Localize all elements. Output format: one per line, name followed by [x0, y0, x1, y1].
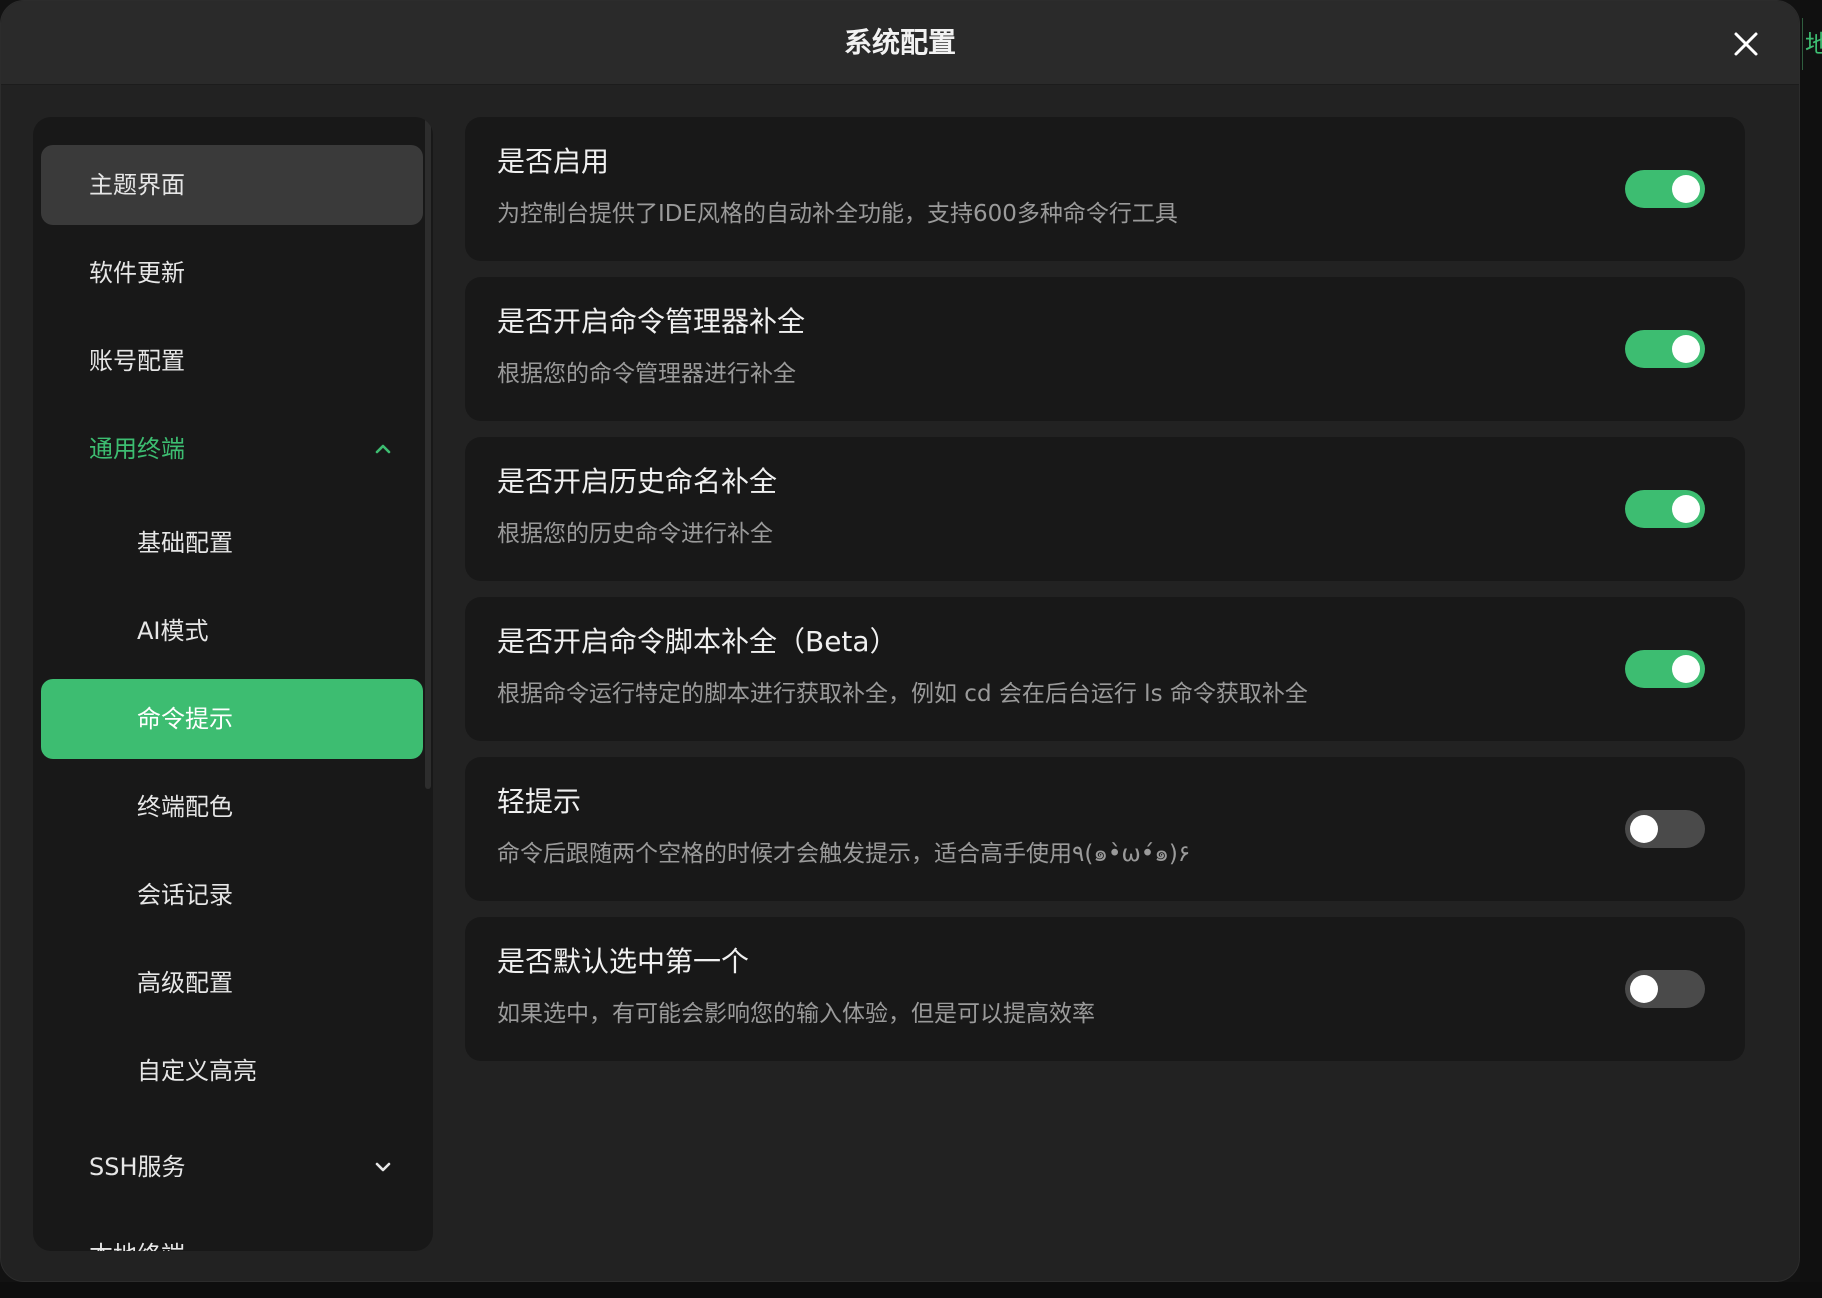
- setting-description: 命令后跟随两个空格的时候才会触发提示，适合高手使用٩(๑•̀ω•́๑)۶: [497, 841, 1191, 867]
- setting-description: 根据命令运行特定的脚本进行获取补全，例如 cd 会在后台运行 ls 命令获取补全: [497, 681, 1308, 707]
- setting-title: 是否默认选中第一个: [497, 945, 750, 978]
- sidebar-item-ssh-service[interactable]: SSH服务: [41, 1127, 423, 1207]
- toggle-knob: [1672, 175, 1700, 203]
- sidebar-item-label: 软件更新: [89, 259, 185, 287]
- sidebar-item-general-terminal[interactable]: 通用终端: [41, 409, 423, 489]
- sidebar-item-label: 账号配置: [89, 347, 185, 375]
- sidebar-item-label: 通用终端: [89, 435, 185, 463]
- sidebar-item-label: 会话记录: [137, 881, 233, 909]
- setting-description: 如果选中，有可能会影响您的输入体验，但是可以提高效率: [497, 1001, 1095, 1027]
- sidebar-item-label: 命令提示: [137, 705, 233, 733]
- setting-description: 根据您的命令管理器进行补全: [497, 361, 796, 387]
- setting-card-history: 是否开启历史命名补全 根据您的历史命令进行补全: [465, 437, 1745, 581]
- toggle-knob: [1630, 975, 1658, 1003]
- sidebar-item-label: 基础配置: [137, 529, 233, 557]
- sidebar-scrollbar[interactable]: [425, 117, 431, 789]
- setting-title: 是否开启命令脚本补全（Beta）: [497, 625, 898, 658]
- sidebar-item-label: AI模式: [137, 617, 209, 645]
- toggle-history[interactable]: [1625, 490, 1705, 528]
- sidebar-item-custom-highlight[interactable]: 自定义高亮: [41, 1031, 423, 1111]
- backdrop-right-edge: [1800, 0, 1822, 1298]
- backdrop-bottom-edge: [0, 1282, 1822, 1298]
- setting-card-light-hint: 轻提示 命令后跟随两个空格的时候才会触发提示，适合高手使用٩(๑•̀ω•́๑)۶: [465, 757, 1745, 901]
- sidebar-item-terminal-colors[interactable]: 终端配色: [41, 767, 423, 847]
- chevron-up-icon: [375, 444, 391, 454]
- toggle-knob: [1672, 335, 1700, 363]
- sidebar-item-command-hints[interactable]: 命令提示: [41, 679, 423, 759]
- toggle-light-hint[interactable]: [1625, 810, 1705, 848]
- dialog-header: 系统配置: [1, 1, 1799, 85]
- sidebar-item-label: 本地终端: [89, 1241, 185, 1251]
- close-icon: [1734, 32, 1758, 56]
- toggle-knob: [1672, 655, 1700, 683]
- toggle-select-first[interactable]: [1625, 970, 1705, 1008]
- toggle-knob: [1630, 815, 1658, 843]
- setting-title: 是否开启历史命名补全: [497, 465, 778, 498]
- close-button[interactable]: [1721, 21, 1771, 67]
- sidebar-item-label: 自定义高亮: [137, 1057, 257, 1085]
- backdrop-partial-text: 地: [1802, 18, 1822, 70]
- sidebar-item-label: 主题界面: [89, 171, 185, 199]
- setting-card-enable: 是否启用 为控制台提供了IDE风格的自动补全功能，支持600多种命令行工具: [465, 117, 1745, 261]
- setting-card-script-beta: 是否开启命令脚本补全（Beta） 根据命令运行特定的脚本进行获取补全，例如 cd…: [465, 597, 1745, 741]
- toggle-script-beta[interactable]: [1625, 650, 1705, 688]
- toggle-knob: [1672, 495, 1700, 523]
- sidebar-item-local-terminal[interactable]: 本地终端: [41, 1215, 423, 1251]
- sidebar-item-software-update[interactable]: 软件更新: [41, 233, 423, 313]
- setting-description: 根据您的历史命令进行补全: [497, 521, 773, 547]
- sidebar-item-label: SSH服务: [89, 1153, 186, 1181]
- setting-title: 轻提示: [497, 785, 582, 818]
- sidebar-item-account[interactable]: 账号配置: [41, 321, 423, 401]
- toggle-command-manager[interactable]: [1625, 330, 1705, 368]
- chevron-down-icon: [375, 1162, 391, 1172]
- sidebar-item-basic-config[interactable]: 基础配置: [41, 503, 423, 583]
- setting-title: 是否开启命令管理器补全: [497, 305, 806, 338]
- sidebar-item-label: 高级配置: [137, 969, 233, 997]
- sidebar-item-advanced-config[interactable]: 高级配置: [41, 943, 423, 1023]
- setting-card-command-manager: 是否开启命令管理器补全 根据您的命令管理器进行补全: [465, 277, 1745, 421]
- sidebar-item-label: 终端配色: [137, 793, 233, 821]
- toggle-enable[interactable]: [1625, 170, 1705, 208]
- sidebar-item-ai-mode[interactable]: AI模式: [41, 591, 423, 671]
- sidebar-nav[interactable]: 主题界面 软件更新 账号配置 通用终端 基础配置 AI模式 命令提示 终端配色 …: [33, 117, 433, 1251]
- settings-dialog: 系统配置 主题界面 软件更新 账号配置 通用终端 基础配置 AI模式 命令提示 …: [0, 0, 1800, 1282]
- setting-title: 是否启用: [497, 145, 610, 178]
- setting-description: 为控制台提供了IDE风格的自动补全功能，支持600多种命令行工具: [497, 201, 1178, 227]
- dialog-title: 系统配置: [843, 26, 956, 59]
- setting-card-select-first: 是否默认选中第一个 如果选中，有可能会影响您的输入体验，但是可以提高效率: [465, 917, 1745, 1061]
- sidebar-item-theme[interactable]: 主题界面: [41, 145, 423, 225]
- sidebar-item-session-logs[interactable]: 会话记录: [41, 855, 423, 935]
